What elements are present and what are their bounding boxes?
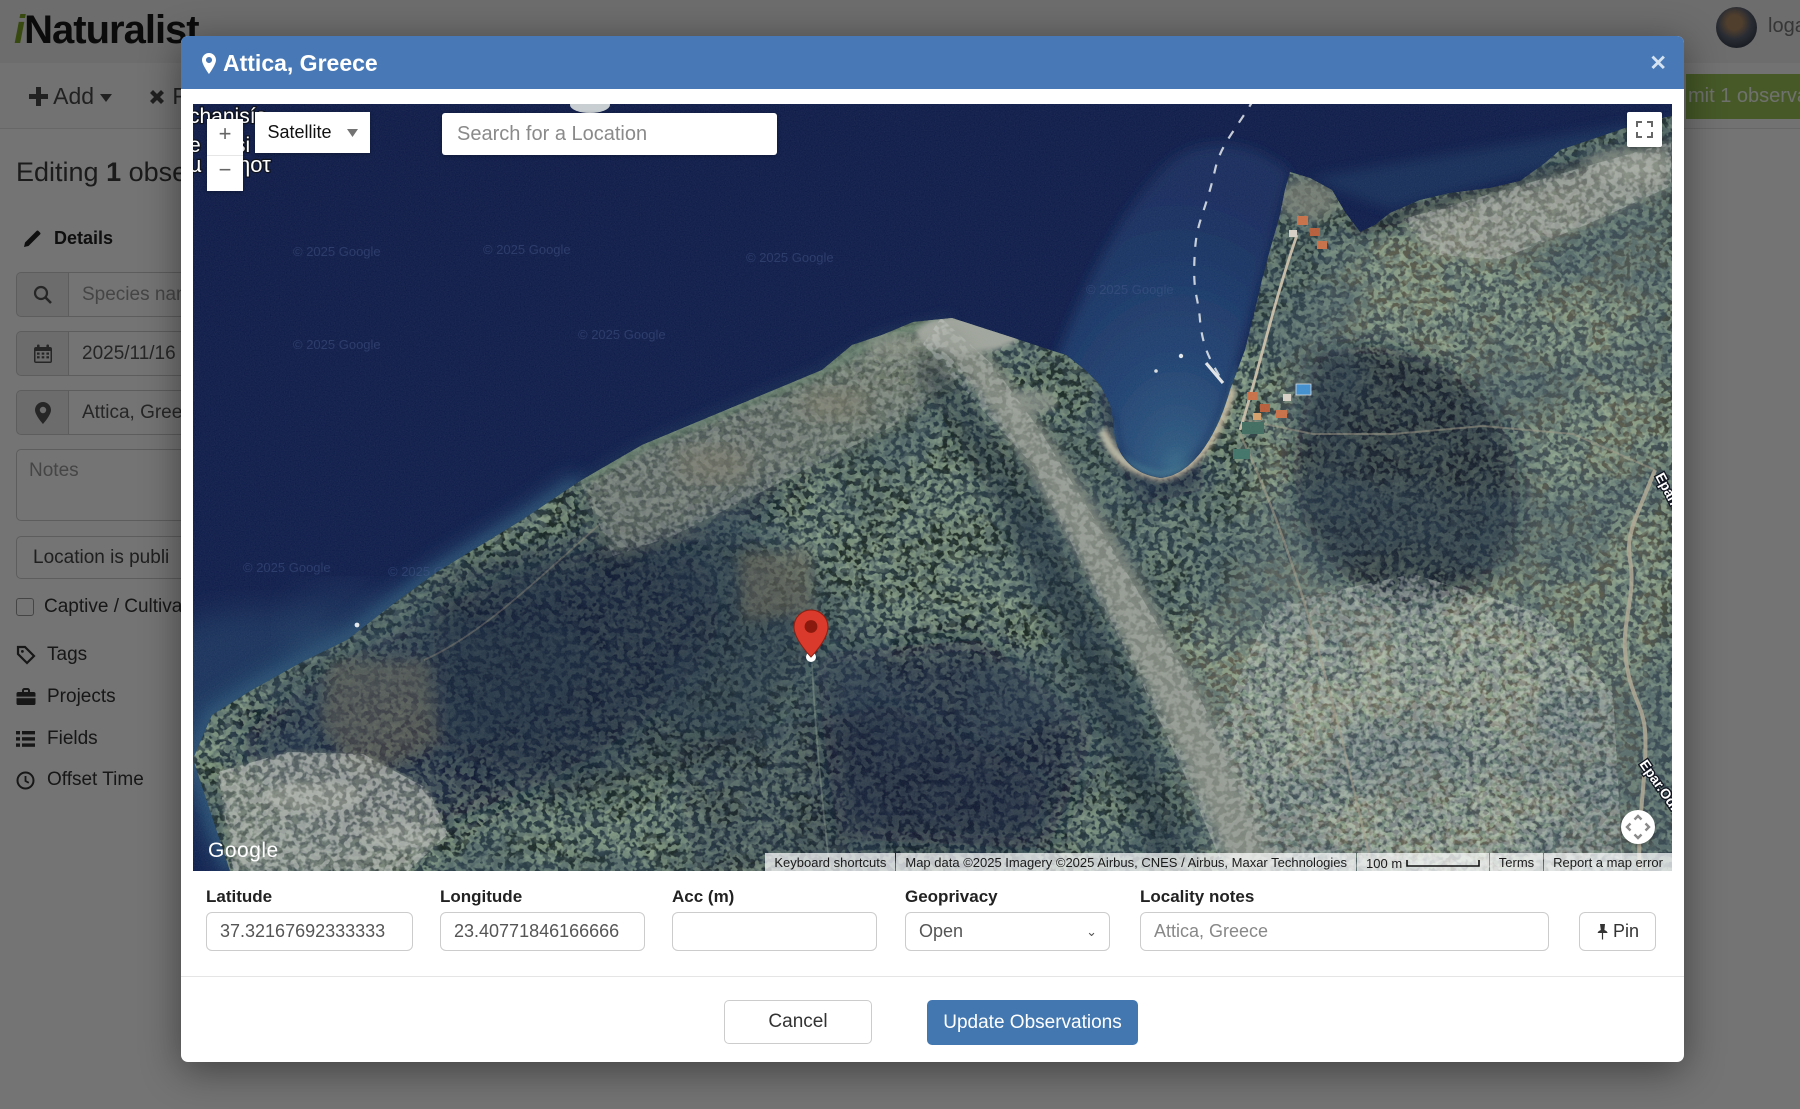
svg-text:µ: µ xyxy=(193,152,202,177)
